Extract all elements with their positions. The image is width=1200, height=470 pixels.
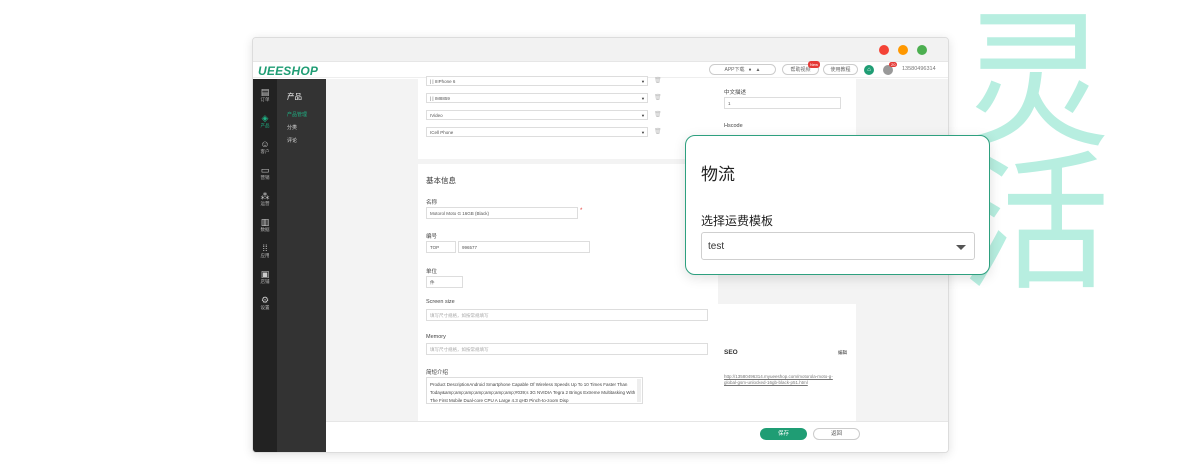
shipping-template-value: test (708, 241, 725, 252)
name-input[interactable]: Motorol Moto G 16GB (Black) (426, 207, 578, 219)
seo-edit-link[interactable]: 编辑 (838, 350, 847, 356)
brief-text: Product DescriptionAndroid Smartphone Ca… (430, 382, 636, 403)
trash-icon[interactable]: 🗑 (654, 111, 662, 118)
stage: 灵 活 UEESHOP APP下载 ● ▲ 帮助视频 New 使用教程 ⌂ 20… (0, 0, 1200, 470)
user-account[interactable]: 13580496314 (902, 66, 936, 72)
unit-input[interactable]: 件 (426, 276, 463, 288)
action-footer: 保存 返回 (326, 421, 948, 452)
store-icon: ▣ (260, 269, 270, 279)
seo-card: SEO 编辑 http://13580496314.myueeshop.com/… (716, 304, 856, 421)
message-count-badge: 20 (889, 62, 898, 67)
product-icon: ◈ (261, 113, 269, 123)
basic-info-card: 基本信息 名称 Motorol Moto G 16GB (Black) * 编号… (418, 164, 718, 421)
brief-textarea[interactable]: Product DescriptionAndroid Smartphone Ca… (426, 377, 643, 404)
back-button[interactable]: 返回 (813, 428, 860, 440)
new-badge: New (808, 61, 821, 68)
sidebar-item-apps[interactable]: ⁞⁞ 应用 (253, 243, 277, 259)
memory-label: Memory (426, 334, 446, 340)
brief-label: 简短介绍 (426, 370, 449, 376)
subnav-item-reviews[interactable]: 评论 (287, 137, 297, 144)
main-sidebar: ▤ 订单 ◈ 产品 ☺ 客户 ▭ 营销 ⁂ 运营 ▥ 数据 ⁞⁞ 应用 ▣ 店铺 ⚙ 设置 (253, 79, 277, 452)
required-mark: * (580, 208, 583, 214)
unit-label: 单位 (426, 269, 438, 275)
chevron-down-icon: ▼ (641, 96, 645, 101)
shipping-template-label: 选择运费模板 (701, 214, 774, 228)
sidebar-item-operations[interactable]: ⁂ 运营 (253, 191, 277, 207)
minimize-window-button[interactable] (898, 45, 908, 55)
sidebar-item-settings[interactable]: ⚙ 设置 (253, 295, 277, 311)
code-input[interactable]: 996577 (458, 241, 590, 253)
settings-icon: ⚙ (260, 295, 270, 305)
category-select-4[interactable]: ICell Phone ▼ (426, 127, 648, 137)
category-card: | | IIIPhone 6 ▼ 🗑 | | IM8859 ▼ 🗑 IVideo ▼ … (418, 76, 718, 159)
memory-input[interactable]: 填写尺寸规格，如按常规填写 (426, 343, 708, 355)
apple-icon: ● (748, 66, 752, 73)
trash-icon[interactable]: 🗑 (654, 94, 662, 101)
sidebar-item-products[interactable]: ◈ 产品 (253, 113, 277, 129)
tutorial-button[interactable]: 使用教程 (823, 64, 858, 75)
marketing-icon: ▭ (260, 165, 270, 175)
data-icon: ▥ (260, 217, 270, 227)
orders-icon: ▤ (260, 87, 270, 97)
apps-icon: ⁞⁞ (262, 243, 268, 253)
category-select-1[interactable]: | | IIIPhone 6 ▼ (426, 76, 648, 86)
save-button[interactable]: 保存 (760, 428, 807, 440)
scrollbar[interactable] (637, 379, 641, 402)
maximize-window-button[interactable] (917, 45, 927, 55)
customer-icon: ☺ (260, 139, 270, 149)
operations-icon: ⁂ (260, 191, 270, 201)
seo-title: SEO (724, 349, 738, 356)
shipping-template-select[interactable]: test (701, 232, 975, 260)
window-titlebar (253, 38, 948, 62)
close-window-button[interactable] (879, 45, 889, 55)
app-download-label: APP下载 (724, 67, 745, 73)
screen-size-label: Screen size (426, 299, 455, 305)
category-select-3[interactable]: IVideo ▼ (426, 110, 648, 120)
subnav-title: 产品 (287, 92, 302, 101)
screen-size-input[interactable]: 填写尺寸规格，如按常规填写 (426, 309, 708, 321)
code-prefix-input[interactable]: TOP (426, 241, 456, 253)
sidebar-item-orders[interactable]: ▤ 订单 (253, 87, 277, 103)
subnav-item-product-management[interactable]: 产品管理 (287, 111, 307, 118)
popup-title: 物流 (701, 165, 735, 184)
chevron-down-icon: ▼ (641, 130, 645, 135)
hscode-label: Hscode (724, 123, 743, 129)
android-icon: ▲ (755, 66, 761, 73)
cn-desc-input[interactable]: 1 (724, 97, 841, 109)
cn-desc-label: 中文描述 (724, 90, 747, 96)
brand-logo[interactable]: UEESHOP (258, 64, 318, 78)
category-select-2[interactable]: | | IM8859 ▼ (426, 93, 648, 103)
name-label: 名称 (426, 200, 438, 206)
trash-icon[interactable]: 🗑 (654, 128, 662, 135)
sub-navigation: 产品 产品管理 分类 评论 (277, 79, 326, 452)
sidebar-item-data[interactable]: ▥ 数据 (253, 217, 277, 233)
trash-icon[interactable]: 🗑 (654, 77, 662, 84)
subnav-item-category[interactable]: 分类 (287, 124, 297, 131)
sidebar-item-marketing[interactable]: ▭ 营销 (253, 165, 277, 181)
app-download-button[interactable]: APP下载 ● ▲ (709, 64, 776, 75)
chevron-down-icon (956, 245, 966, 250)
seo-url[interactable]: http://13580496314.myueeshop.com/motorol… (724, 374, 846, 386)
home-icon[interactable]: ⌂ (864, 65, 874, 75)
chevron-down-icon: ▼ (641, 79, 645, 84)
basic-info-title: 基本信息 (426, 176, 456, 185)
sidebar-item-store[interactable]: ▣ 店铺 (253, 269, 277, 285)
code-label: 编号 (426, 234, 438, 240)
chevron-down-icon: ▼ (641, 113, 645, 118)
sidebar-item-customers[interactable]: ☺ 客户 (253, 139, 277, 155)
logistics-popup: 物流 选择运费模板 test (685, 135, 990, 275)
